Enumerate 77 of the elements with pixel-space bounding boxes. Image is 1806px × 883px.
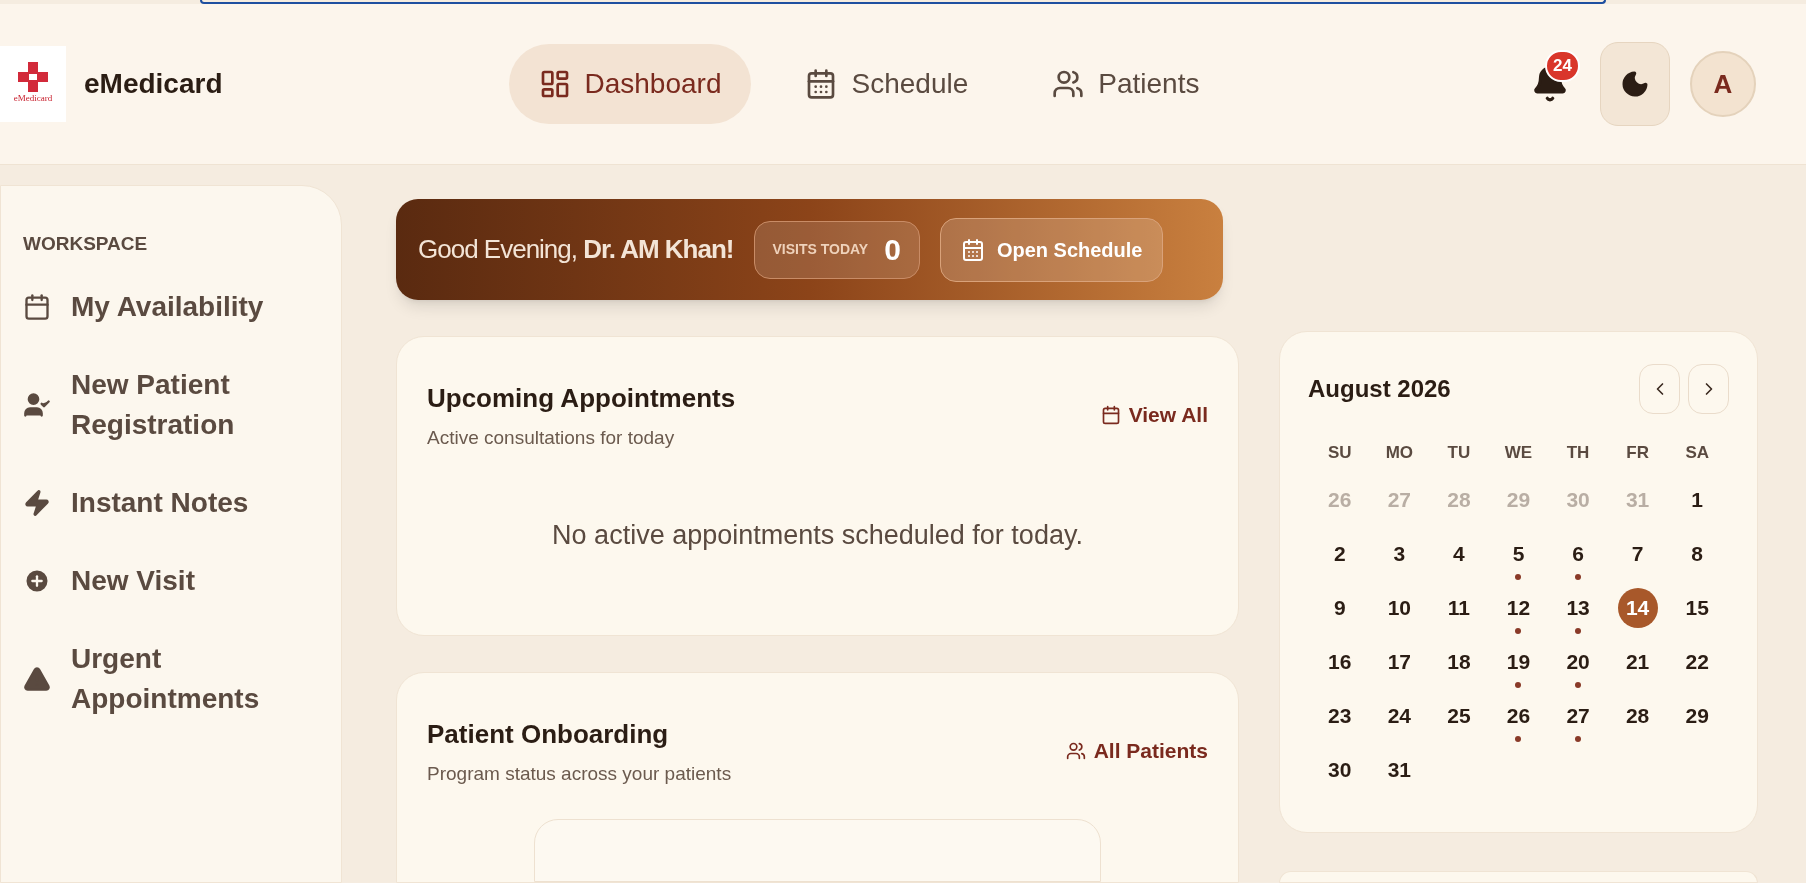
nav-tab[interactable]: Dashboard (508, 44, 752, 124)
sidebar-heading: WORKSPACE (23, 232, 149, 256)
calendar-day[interactable]: 6 (1558, 534, 1599, 574)
people-icon (1065, 740, 1086, 761)
calendar-day[interactable]: 5 (1498, 534, 1539, 574)
calendar-day[interactable]: 30 (1319, 750, 1360, 790)
logo-text: eMedicard (13, 92, 53, 106)
calendar-icon (23, 292, 51, 321)
calendar-day[interactable]: 7 (1617, 534, 1658, 574)
calendar-day[interactable]: 13 (1558, 588, 1599, 628)
sidebar-link[interactable]: Instant Notes (23, 482, 319, 523)
calendar-day[interactable]: 29 (1677, 696, 1718, 736)
calendar-day[interactable]: 22 (1677, 642, 1718, 682)
calendar-day[interactable]: 9 (1319, 588, 1360, 628)
previous-month-button[interactable] (1639, 364, 1680, 414)
view-all-link[interactable]: View All (1100, 399, 1208, 431)
calendar-day[interactable]: 18 (1438, 642, 1479, 682)
warning-icon (23, 664, 51, 693)
sidebar-link[interactable]: My Availability (23, 286, 319, 327)
calendar-day[interactable]: 15 (1677, 588, 1718, 628)
month-title: August 2026 (1308, 374, 1451, 404)
calendar-day[interactable]: 24 (1379, 696, 1420, 736)
all-patients-link[interactable]: All Patients (1065, 735, 1208, 767)
calendar-day[interactable]: 20 (1558, 642, 1599, 682)
sidebar-link[interactable]: New Patient Registration (23, 364, 319, 445)
card-title: Upcoming Appointments (427, 382, 736, 415)
weekday-label: TH (1565, 442, 1591, 464)
calendar-icon (1100, 404, 1121, 425)
weekday-label: FR (1625, 442, 1650, 464)
calendar-day[interactable]: 16 (1319, 642, 1360, 682)
calendar-day[interactable]: 23 (1319, 696, 1360, 736)
calendar-day[interactable]: 14 (1617, 588, 1658, 628)
calendar-day[interactable]: 3 (1379, 534, 1420, 574)
calendar-day[interactable]: 27 (1558, 696, 1599, 736)
weekday-label: WE (1503, 442, 1534, 464)
weekday-label: SU (1326, 442, 1353, 464)
weekday-label: MO (1384, 442, 1415, 464)
calendar-icon (960, 237, 985, 262)
nav-tab[interactable]: Schedule (775, 44, 999, 124)
weekday-label: TU (1446, 442, 1472, 464)
visits-label: VISITS TODAY (772, 240, 869, 259)
calendar-day[interactable]: 2 (1319, 534, 1360, 574)
notifications-button[interactable]: 24 (1520, 44, 1580, 124)
weekday-label: SA (1684, 442, 1710, 464)
cross-icon (18, 62, 48, 93)
calendar-day[interactable]: 1 (1677, 480, 1718, 520)
calendar-day[interactable]: 21 (1617, 642, 1658, 682)
calendar-day[interactable]: 12 (1498, 588, 1539, 628)
card-subtitle: Program status across your patients (427, 762, 732, 786)
moon-icon (1620, 69, 1650, 99)
empty-state-message: No active appointments scheduled for today. (552, 518, 1083, 552)
avatar[interactable]: A (1690, 51, 1756, 117)
calendar-day[interactable]: 8 (1677, 534, 1718, 574)
greeting-text: Good Evening, Dr. AM Khan! (418, 233, 734, 266)
brand-name: eMedicard (84, 67, 223, 101)
visits-count: 0 (884, 232, 901, 268)
sidebar-link[interactable]: Urgent Appointments (23, 638, 319, 719)
people-icon (1052, 68, 1085, 100)
card-title: Patient Onboarding (427, 718, 670, 751)
calendar-day[interactable]: 17 (1379, 642, 1420, 682)
person-check-icon (23, 390, 51, 419)
calendar-day[interactable]: 28 (1617, 696, 1658, 736)
open-schedule-button[interactable]: Open Schedule (939, 217, 1164, 282)
notification-count: 24 (1545, 50, 1580, 82)
calendar-day[interactable]: 31 (1379, 750, 1420, 790)
calendar-day[interactable]: 10 (1379, 588, 1420, 628)
calendar-day[interactable]: 26 (1498, 696, 1539, 736)
nav-tab[interactable]: Patients (1022, 44, 1230, 124)
lightning-icon (23, 488, 51, 517)
calendar-day[interactable]: 11 (1438, 588, 1479, 628)
next-month-button[interactable] (1688, 364, 1729, 414)
calendar-day[interactable]: 25 (1438, 696, 1479, 736)
calendar-day[interactable]: 19 (1498, 642, 1539, 682)
theme-toggle-button[interactable] (1600, 42, 1670, 126)
sidebar-link[interactable]: New Visit (23, 560, 319, 601)
card-subtitle: Active consultations for today (427, 426, 676, 450)
calendar-day[interactable]: 4 (1438, 534, 1479, 574)
